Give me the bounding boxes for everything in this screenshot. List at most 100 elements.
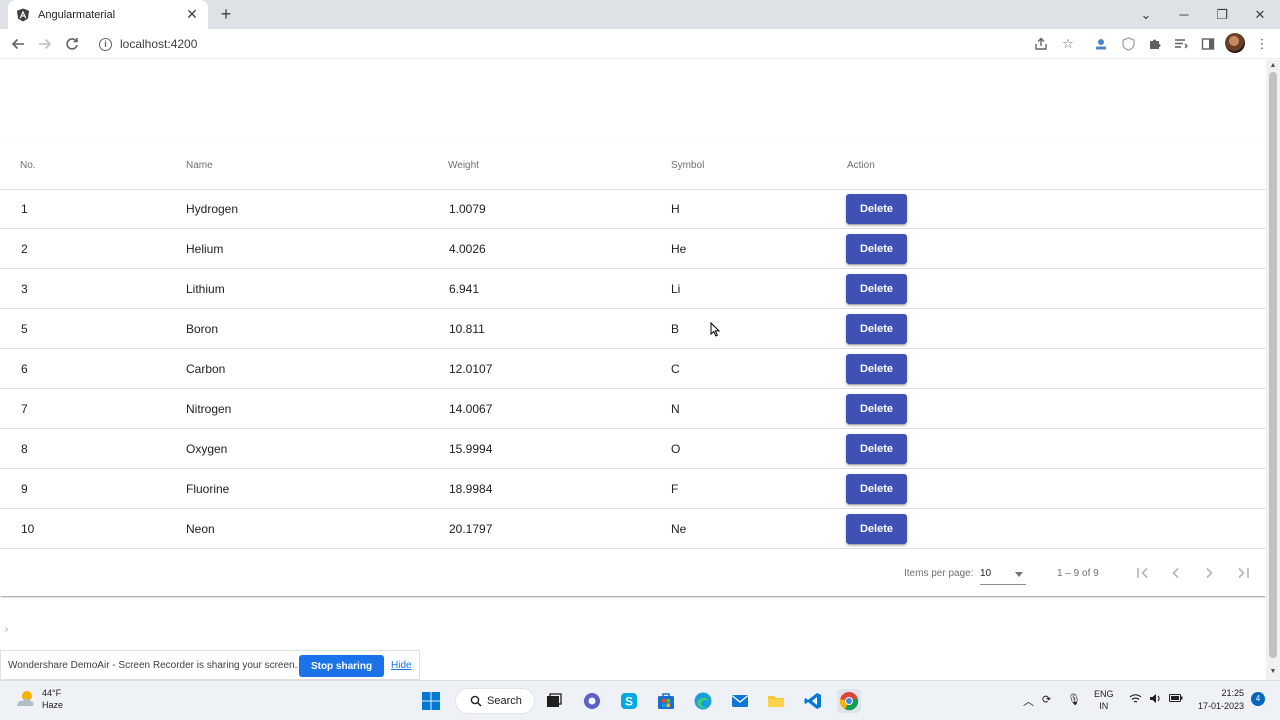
battery-icon[interactable] <box>1169 693 1183 706</box>
clock-date: 17-01-2023 <box>1197 701 1244 711</box>
skype-icon[interactable]: S <box>617 689 641 713</box>
screen-sharing-bar: Wondershare DemoAir - Screen Recorder is… <box>0 650 420 680</box>
sync-icon[interactable]: ⟳ <box>1042 693 1051 706</box>
weather-description: Haze <box>42 700 64 710</box>
delete-button[interactable]: Delete <box>846 514 907 544</box>
new-tab-icon[interactable]: + <box>216 4 236 24</box>
site-info-icon[interactable]: i <box>99 37 112 51</box>
page-scrollbar[interactable]: ▲ ▼ <box>1266 60 1280 680</box>
clock-time: 21:25 <box>1221 688 1244 698</box>
forward-icon[interactable] <box>35 34 55 54</box>
language-code: ENG <box>1094 689 1114 699</box>
cell-weight: 15.9994 <box>449 442 493 456</box>
cell-no: 7 <box>21 402 28 416</box>
file-explorer-icon[interactable] <box>764 689 788 713</box>
language-indicator[interactable]: ENG IN <box>1094 688 1114 712</box>
extension-user-icon[interactable] <box>1092 35 1110 53</box>
address-bar[interactable]: i localhost:4200 <box>90 32 1060 56</box>
header-action: Action <box>847 160 875 171</box>
table-row: 10 Neon 20.1797 Ne Delete <box>0 509 1266 549</box>
first-page-icon[interactable] <box>1132 562 1154 584</box>
bookmark-star-icon[interactable]: ☆ <box>1059 35 1077 53</box>
next-page-icon[interactable] <box>1198 562 1220 584</box>
table-row: 2 Helium 4.0026 He Delete <box>0 229 1266 269</box>
taskbar-clock[interactable]: 21:25 17-01-2023 <box>1192 687 1244 713</box>
scrollbar-thumb[interactable] <box>1269 72 1277 658</box>
url-text: localhost:4200 <box>120 37 198 51</box>
vscode-icon[interactable] <box>801 689 825 713</box>
tab-search-icon[interactable]: ⌄ <box>1127 0 1165 29</box>
previous-page-icon[interactable] <box>1165 562 1187 584</box>
extensions-puzzle-icon[interactable] <box>1146 35 1164 53</box>
cell-weight: 14.0067 <box>449 402 493 416</box>
cell-symbol: He <box>671 242 687 256</box>
table-row: 6 Carbon 12.0107 C Delete <box>0 349 1266 389</box>
cell-symbol: Ne <box>671 522 687 536</box>
scroll-down-icon[interactable]: ▼ <box>1269 668 1277 675</box>
cell-weight: 6.941 <box>449 282 480 296</box>
share-icon[interactable] <box>1032 35 1050 53</box>
delete-button[interactable]: Delete <box>846 474 907 504</box>
notification-badge[interactable]: 4 <box>1251 692 1265 706</box>
close-tab-icon[interactable]: ✕ <box>184 6 200 23</box>
microsoft-store-icon[interactable] <box>654 689 678 713</box>
last-page-icon[interactable] <box>1232 562 1254 584</box>
table-row: 9 Fluorine 18.9984 F Delete <box>0 469 1266 509</box>
close-window-icon[interactable]: ✕ <box>1241 0 1279 29</box>
more-menu-icon[interactable]: ⋮ <box>1253 35 1271 53</box>
browser-tab[interactable]: Angularmaterial ✕ <box>8 0 208 29</box>
volume-icon[interactable] <box>1149 693 1162 707</box>
cell-symbol: Li <box>671 282 681 296</box>
wifi-icon[interactable] <box>1129 693 1142 707</box>
stop-sharing-button[interactable]: Stop sharing <box>299 655 384 677</box>
table-row: 7 Nitrogen 14.0067 N Delete <box>0 389 1266 429</box>
items-per-page-value: 10 <box>980 568 992 579</box>
weather-temperature: 44°F <box>42 688 62 698</box>
browser-toolbar: i localhost:4200 ☆ ⋮ <box>0 29 1280 59</box>
mail-icon[interactable] <box>728 689 752 713</box>
back-icon[interactable] <box>8 34 28 54</box>
delete-button[interactable]: Delete <box>846 194 907 224</box>
delete-button[interactable]: Delete <box>846 314 907 344</box>
cell-no: 5 <box>21 322 28 336</box>
cell-name: Boron <box>186 322 219 336</box>
profile-avatar[interactable] <box>1225 33 1245 53</box>
hide-link[interactable]: Hide <box>391 660 412 671</box>
task-view-icon[interactable] <box>542 689 566 713</box>
chevron-right-icon[interactable]: › <box>5 624 8 635</box>
hidden-icons-chevron-icon[interactable]: ︿ <box>1023 693 1034 709</box>
cell-name: Helium <box>186 242 224 256</box>
minimize-icon[interactable]: ─ <box>1165 0 1203 29</box>
cell-weight: 18.9984 <box>449 482 493 496</box>
scroll-up-icon[interactable]: ▲ <box>1269 62 1277 69</box>
windows-start-icon[interactable] <box>419 689 443 713</box>
cell-name: Neon <box>186 522 215 536</box>
delete-button[interactable]: Delete <box>846 354 907 384</box>
weather-widget[interactable]: 44°F Haze <box>14 687 63 711</box>
cell-weight: 4.0026 <box>449 242 486 256</box>
table-row: 5 Boron 10.811 B Delete <box>0 309 1266 349</box>
reload-icon[interactable] <box>62 34 82 54</box>
page-range-label: 1 – 9 of 9 <box>1057 568 1099 579</box>
cell-no: 10 <box>21 522 35 536</box>
chrome-browser-icon[interactable] <box>837 689 861 713</box>
shield-icon[interactable] <box>1119 35 1137 53</box>
maximize-icon[interactable]: ❐ <box>1203 0 1241 29</box>
delete-button[interactable]: Delete <box>846 394 907 424</box>
reading-list-icon[interactable] <box>1172 35 1190 53</box>
delete-button[interactable]: Delete <box>846 434 907 464</box>
side-panel-icon[interactable] <box>1199 35 1217 53</box>
cell-symbol: C <box>671 362 680 376</box>
taskbar-search[interactable]: Search <box>455 688 535 714</box>
microphone-icon[interactable]: 🎙 <box>1067 693 1081 706</box>
items-per-page-select[interactable]: 10 <box>980 563 1026 585</box>
edge-browser-icon[interactable] <box>691 689 715 713</box>
delete-button[interactable]: Delete <box>846 234 907 264</box>
teams-chat-icon[interactable] <box>580 689 604 713</box>
cell-weight: 12.0107 <box>449 362 493 376</box>
svg-text:S: S <box>625 695 633 709</box>
delete-button[interactable]: Delete <box>846 274 907 304</box>
search-label: Search <box>487 695 522 707</box>
cell-name: Hydrogen <box>186 202 239 216</box>
header-no: No. <box>20 160 36 171</box>
